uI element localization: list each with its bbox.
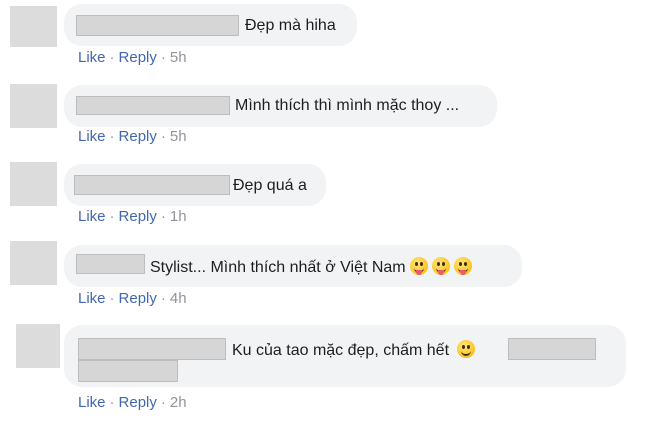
like-link[interactable]: Like [78, 208, 106, 225]
separator: · [160, 290, 166, 307]
avatar[interactable] [10, 162, 57, 206]
reply-link[interactable]: Reply [119, 208, 157, 225]
separator: · [160, 128, 166, 145]
redacted-author-name[interactable] [78, 338, 226, 360]
comment-text-content: Ku của tao mặc đẹp, chấm hết [232, 342, 450, 359]
reply-link[interactable]: Reply [119, 49, 157, 66]
like-link[interactable]: Like [78, 128, 106, 145]
stuck-out-tongue-icon [453, 257, 472, 275]
comment-text: Ku của tao mặc đẹp, chấm hết [232, 340, 476, 361]
stuck-out-tongue-icon [409, 257, 428, 275]
separator: · [160, 49, 166, 66]
comment-actions: Like · Reply · 4h [78, 290, 187, 308]
redacted-text [508, 338, 596, 360]
avatar[interactable] [10, 241, 57, 285]
comment-text-content: Stylist... Mình thích nhất ở Việt Nam [150, 259, 406, 276]
comment-actions: Like · Reply · 5h [78, 128, 187, 146]
separator: · [109, 208, 115, 225]
like-link[interactable]: Like [78, 49, 106, 66]
timestamp[interactable]: 2h [170, 394, 187, 411]
redacted-text [78, 360, 178, 382]
comment-actions: Like · Reply · 2h [78, 394, 187, 412]
timestamp[interactable]: 1h [170, 208, 187, 225]
redacted-author-name[interactable] [76, 96, 230, 115]
smile-icon [457, 340, 476, 358]
separator: · [109, 128, 115, 145]
separator: · [109, 49, 115, 66]
avatar[interactable] [10, 84, 57, 128]
comment-actions: Like · Reply · 1h [78, 208, 187, 226]
avatar[interactable] [16, 324, 60, 368]
avatar[interactable] [10, 6, 57, 47]
stuck-out-tongue-icon [431, 257, 450, 275]
redacted-author-name[interactable] [74, 175, 230, 195]
reply-link[interactable]: Reply [119, 128, 157, 145]
comment-text: Stylist... Mình thích nhất ở Việt Nam [150, 257, 472, 278]
redacted-author-name[interactable] [76, 254, 145, 274]
separator: · [109, 394, 115, 411]
timestamp[interactable]: 5h [170, 128, 187, 145]
timestamp[interactable]: 5h [170, 49, 187, 66]
separator: · [160, 394, 166, 411]
timestamp[interactable]: 4h [170, 290, 187, 307]
like-link[interactable]: Like [78, 290, 106, 307]
redacted-author-name[interactable] [76, 15, 239, 36]
comment-actions: Like · Reply · 5h [78, 49, 187, 67]
separator: · [109, 290, 115, 307]
separator: · [160, 208, 166, 225]
comment-text: Mình thích thì mình mặc thoy ... [235, 97, 460, 114]
like-link[interactable]: Like [78, 394, 106, 411]
reply-link[interactable]: Reply [119, 394, 157, 411]
comment-text: Đẹp mà hiha [245, 17, 336, 34]
reply-link[interactable]: Reply [119, 290, 157, 307]
comment-text: Đẹp quá a [233, 177, 307, 194]
